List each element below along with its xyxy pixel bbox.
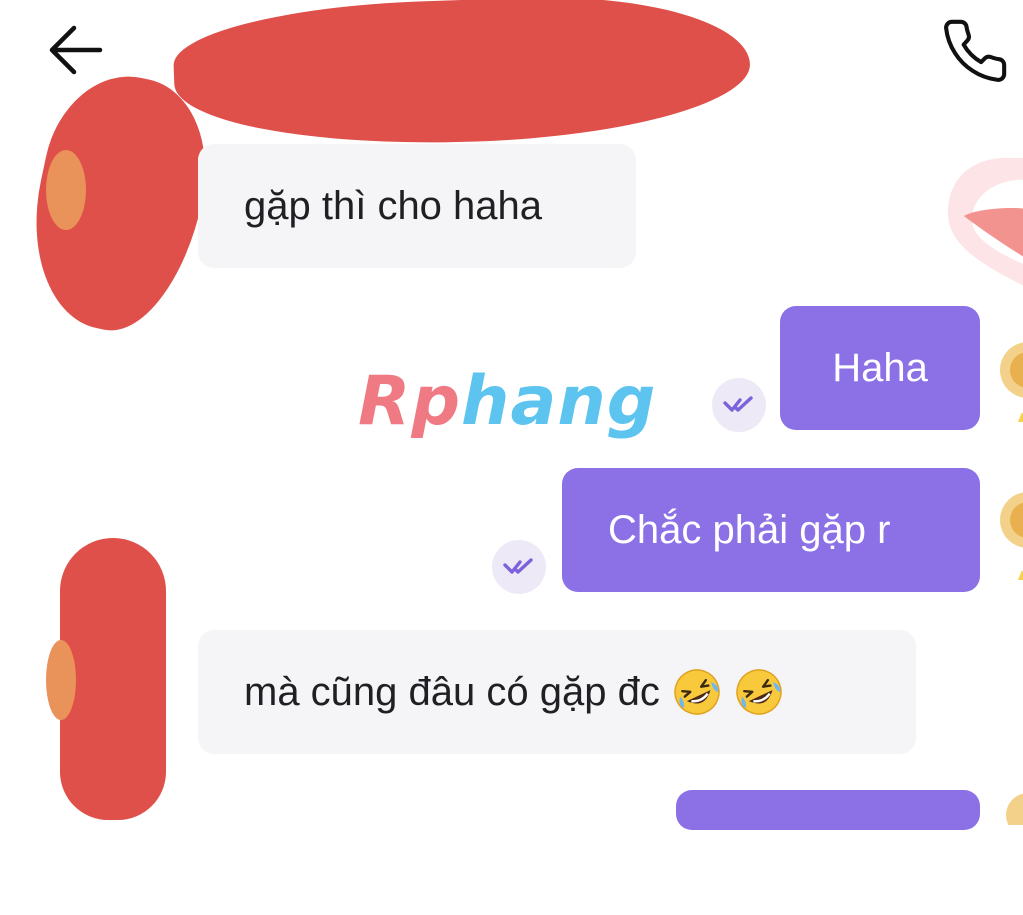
read-status: [712, 378, 766, 432]
phone-icon: [944, 19, 1007, 82]
avatar: [46, 640, 76, 720]
watermark-part-1: Rp: [358, 362, 462, 441]
avatar: [46, 150, 86, 230]
rolling-on-floor-laughing-icon: [672, 667, 722, 717]
sticker-avatar: [1000, 470, 1023, 600]
read-status: [492, 540, 546, 594]
outgoing-message[interactable]: Haha: [780, 306, 980, 430]
watermark: Rphang: [358, 362, 656, 441]
message-text: Haha: [832, 346, 928, 390]
watermark-part-2: hang: [461, 362, 657, 441]
message-text: gặp thì cho haha: [244, 184, 543, 228]
double-check-icon: [503, 558, 533, 574]
outgoing-message[interactable]: Chắc phải gặp r: [562, 468, 980, 592]
sticker-avatar: [1000, 310, 1023, 440]
incoming-message[interactable]: gặp thì cho haha: [198, 144, 636, 268]
back-button[interactable]: [44, 20, 108, 80]
message-text: Chắc phải gặp r: [608, 508, 891, 552]
heart-sticker-icon: [942, 150, 1023, 300]
rolling-on-floor-laughing-icon: [734, 667, 784, 717]
redacted-contact-name: [171, 0, 753, 153]
incoming-message[interactable]: mà cũng đâu có gặp đc: [198, 630, 916, 754]
call-button[interactable]: [940, 16, 1010, 86]
outgoing-message[interactable]: [676, 790, 980, 830]
double-check-icon: [723, 396, 753, 412]
sticker-avatar: [1000, 785, 1023, 915]
message-text: mà cũng đâu có gặp đc: [244, 670, 660, 714]
arrow-left-icon: [49, 25, 103, 75]
